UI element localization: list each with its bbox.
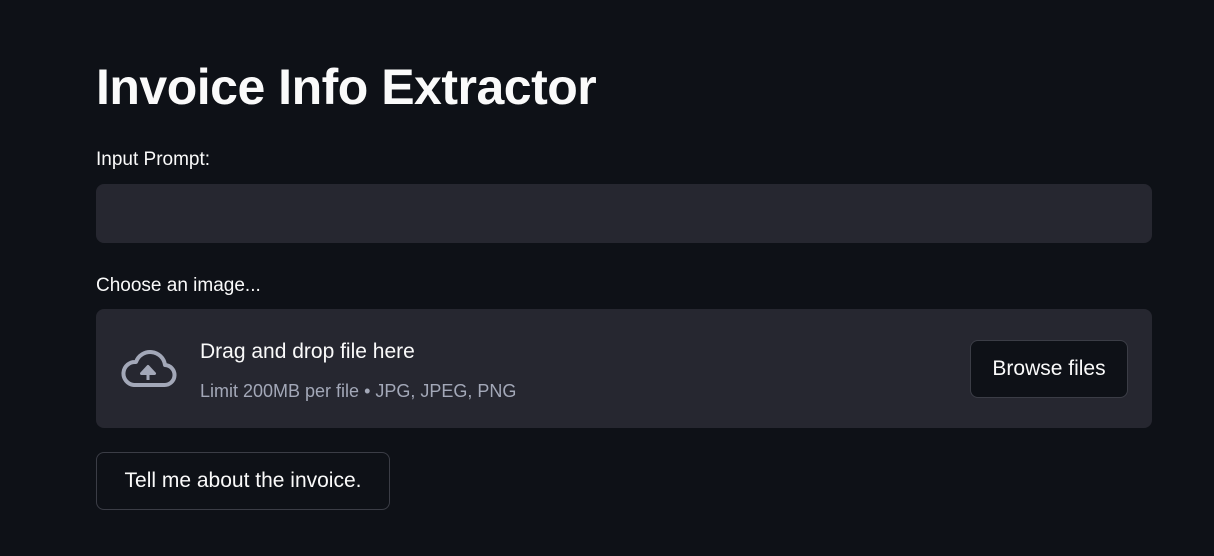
browse-files-button[interactable]: Browse files: [970, 340, 1128, 398]
submit-button[interactable]: Tell me about the invoice.: [96, 452, 390, 510]
prompt-label: Input Prompt:: [96, 149, 211, 170]
file-dropzone[interactable]: Drag and drop file here Limit 200MB per …: [96, 309, 1152, 428]
page-title: Invoice Info Extractor: [96, 59, 597, 115]
dropzone-instructions: Drag and drop file here: [200, 340, 415, 363]
cloud-upload-icon: [121, 350, 177, 387]
app-main: Invoice Info Extractor Input Prompt: Cho…: [0, 0, 1214, 556]
prompt-input[interactable]: [96, 184, 1152, 243]
image-uploader-label: Choose an image...: [96, 275, 261, 296]
dropzone-limit-text: Limit 200MB per file • JPG, JPEG, PNG: [200, 381, 517, 401]
